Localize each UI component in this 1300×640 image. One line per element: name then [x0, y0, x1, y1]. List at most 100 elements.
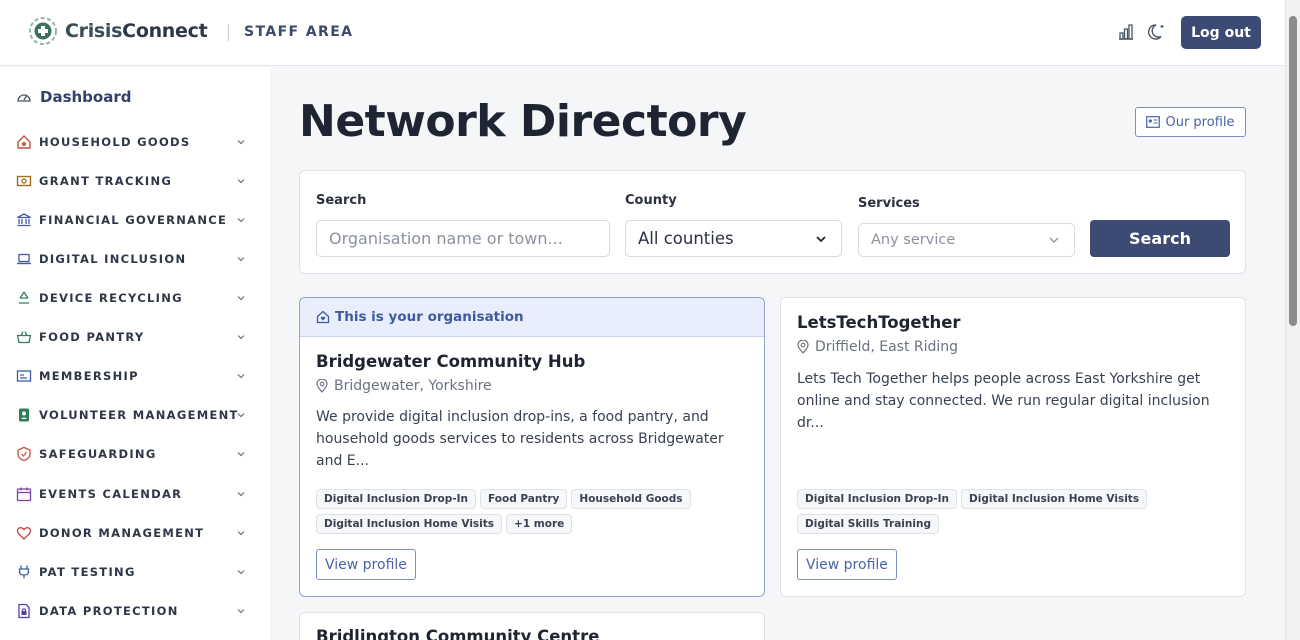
services-select[interactable]: Any service	[858, 223, 1075, 257]
org-name: Bridlington Community Centre	[316, 627, 600, 640]
basket-icon	[16, 331, 32, 344]
sidebar-item-digital-inclusion[interactable]: DIGITAL INCLUSION	[16, 248, 252, 270]
services-label: Services	[858, 196, 920, 211]
view-profile-button[interactable]: View profile	[797, 549, 897, 580]
sidebar-item-food-pantry[interactable]: FOOD PANTRY	[16, 326, 252, 348]
search-button[interactable]: Search	[1090, 220, 1230, 257]
sidebar: Dashboard HOUSEHOLD GOODS GRANT TRACKING…	[0, 67, 270, 640]
chevron-down-icon	[237, 257, 245, 262]
stats-icon[interactable]	[1116, 22, 1136, 42]
county-value: All counties	[638, 229, 734, 248]
service-tag: Household Goods	[571, 489, 691, 509]
sidebar-item-label: FINANCIAL GOVERNANCE	[39, 213, 228, 227]
lock-file-icon	[18, 603, 30, 619]
chevron-down-icon	[237, 179, 245, 184]
chevron-down-icon	[237, 452, 245, 457]
sidebar-item-label: PAT TESTING	[39, 565, 136, 579]
org-location-text: Bridgewater, Yorkshire	[334, 378, 492, 394]
org-name: Bridgewater Community Hub	[316, 352, 586, 371]
brand-logo[interactable]: CrisisConnect	[28, 16, 208, 46]
org-location: Bridgewater, Yorkshire	[316, 378, 492, 394]
service-tag: Digital Skills Training	[797, 514, 939, 534]
household-icon	[17, 135, 31, 149]
sidebar-item-label: DONOR MANAGEMENT	[39, 526, 205, 540]
chevron-down-icon	[237, 413, 245, 418]
sidebar-item-events-calendar[interactable]: EVENTS CALENDAR	[16, 483, 252, 505]
county-label: County	[625, 193, 677, 208]
chevron-down-icon	[237, 140, 245, 145]
gauge-icon	[17, 94, 31, 102]
sidebar-item-label: MEMBERSHIP	[39, 369, 139, 383]
chevron-down-icon	[1049, 237, 1059, 243]
org-card-own: This is your organisation Bridgewater Co…	[299, 297, 765, 597]
org-location-text: Driffield, East Riding	[815, 339, 959, 355]
sidebar-item-grant-tracking[interactable]: GRANT TRACKING	[16, 170, 252, 192]
sidebar-item-household-goods[interactable]: HOUSEHOLD GOODS	[16, 131, 252, 153]
sidebar-item-dashboard[interactable]: Dashboard	[16, 88, 131, 106]
sidebar-item-membership[interactable]: MEMBERSHIP	[16, 365, 252, 387]
page-scrollbar-thumb[interactable]	[1289, 16, 1297, 326]
sidebar-item-donor-management[interactable]: DONOR MANAGEMENT	[16, 522, 252, 544]
sidebar-item-data-protection[interactable]: DATA PROTECTION	[16, 600, 252, 622]
logo-icon	[29, 17, 57, 45]
area-label: STAFF AREA	[244, 24, 354, 40]
brand-name: CrisisConnect	[65, 20, 208, 42]
laptop-icon	[17, 253, 31, 265]
sidebar-item-label: VOLUNTEER MANAGEMENT	[39, 408, 239, 422]
volunteer-icon	[19, 408, 29, 422]
service-tag: Digital Inclusion Drop-In	[797, 489, 958, 509]
sidebar-item-label: DIGITAL INCLUSION	[39, 252, 187, 266]
org-name: LetsTechTogether	[797, 313, 961, 332]
chevron-down-icon	[237, 570, 245, 575]
org-card: LetsTechTogether Driffield, East Riding …	[780, 297, 1246, 597]
home-heart-icon	[316, 310, 330, 324]
chevron-down-icon	[237, 609, 245, 614]
plug-icon	[18, 565, 30, 579]
search-panel: Search Organisation name or town... Coun…	[299, 170, 1246, 274]
grant-icon	[16, 175, 32, 187]
chevron-down-icon	[237, 492, 245, 497]
sidebar-item-label: FOOD PANTRY	[39, 330, 145, 344]
service-tag: Digital Inclusion Drop-In	[316, 489, 477, 509]
sidebar-item-label: DATA PROTECTION	[39, 604, 179, 618]
our-profile-button[interactable]: Our profile	[1135, 107, 1246, 137]
calendar-icon	[16, 487, 32, 502]
service-tag: Food Pantry	[480, 489, 568, 509]
map-pin-icon	[316, 379, 328, 393]
sidebar-item-label: GRANT TRACKING	[39, 174, 173, 188]
search-label: Search	[316, 193, 367, 208]
logout-button[interactable]: Log out	[1181, 16, 1261, 49]
chevron-down-icon	[237, 218, 245, 223]
id-card-icon	[1146, 116, 1161, 128]
sidebar-item-device-recycling[interactable]: DEVICE RECYCLING	[16, 287, 252, 309]
service-tags: Digital Inclusion Drop-In Food Pantry Ho…	[316, 489, 746, 534]
sidebar-item-label: DEVICE RECYCLING	[39, 291, 183, 305]
chevron-down-icon	[237, 531, 245, 536]
org-description: We provide digital inclusion drop-ins, a…	[316, 409, 724, 469]
search-placeholder: Organisation name or town...	[329, 229, 563, 248]
sidebar-item-label: EVENTS CALENDAR	[39, 487, 183, 501]
header-divider	[228, 24, 229, 41]
org-location: Driffield, East Riding	[797, 339, 958, 355]
org-description: Lets Tech Together helps people across E…	[797, 371, 1210, 431]
search-input[interactable]: Organisation name or town...	[316, 220, 610, 257]
more-tags-badge: +1 more	[506, 514, 573, 534]
sidebar-item-safeguarding[interactable]: SAFEGUARDING	[16, 443, 252, 465]
services-value: Any service	[871, 232, 956, 248]
org-card: Bridlington Community Centre	[299, 612, 765, 640]
chevron-down-icon	[237, 296, 245, 301]
sidebar-item-financial-governance[interactable]: FINANCIAL GOVERNANCE	[16, 209, 252, 231]
our-profile-label: Our profile	[1165, 114, 1235, 130]
service-tag: Digital Inclusion Home Visits	[316, 514, 503, 534]
sidebar-item-volunteer-management[interactable]: VOLUNTEER MANAGEMENT	[16, 404, 252, 426]
dark-mode-icon[interactable]	[1147, 22, 1167, 42]
recycle-icon	[19, 291, 29, 304]
page-title: Network Directory	[299, 96, 747, 147]
shield-icon	[17, 446, 31, 462]
service-tag: Digital Inclusion Home Visits	[961, 489, 1148, 509]
page: CrisisConnect STAFF AREA Log out Dashboa…	[0, 0, 1300, 640]
heart-icon	[16, 527, 32, 540]
county-select[interactable]: All counties	[625, 220, 842, 257]
view-profile-button[interactable]: View profile	[316, 549, 416, 580]
sidebar-item-pat-testing[interactable]: PAT TESTING	[16, 561, 252, 583]
